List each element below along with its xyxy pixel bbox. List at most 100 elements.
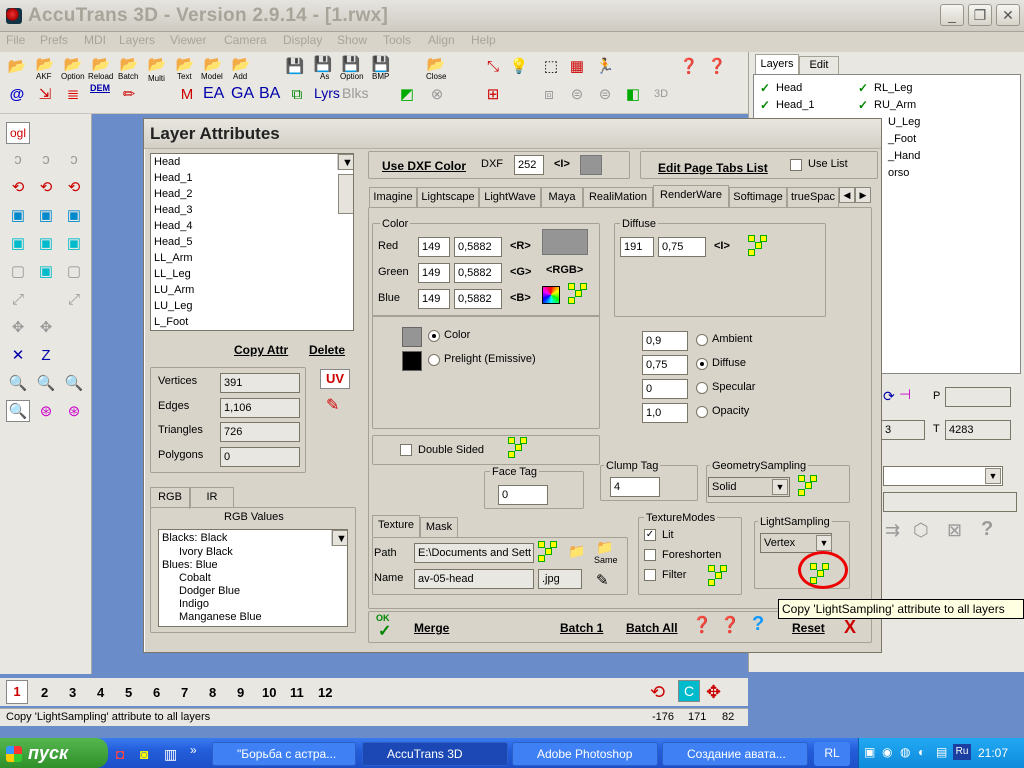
menu-show[interactable]: Show <box>337 33 367 47</box>
tray-4-icon[interactable]: ◐ <box>918 745 925 759</box>
copy-double-sided-icon[interactable] <box>508 437 530 459</box>
zoom-fit-icon[interactable]: ⊛ <box>34 400 58 422</box>
ambient-field[interactable]: 0,9 <box>642 331 688 351</box>
page-4[interactable]: 4 <box>97 685 104 700</box>
cube-6-icon[interactable]: ▣ <box>62 232 86 254</box>
delete-button[interactable]: Delete <box>309 343 345 357</box>
stripes-icon[interactable]: ≣ <box>62 84 84 104</box>
save-as-icon[interactable]: 💾 <box>312 54 334 74</box>
list-item[interactable]: Head_1 <box>151 170 353 186</box>
list-item[interactable]: Indigo <box>159 598 347 611</box>
tree-icon[interactable]: ⊣ <box>899 386 911 403</box>
red-float-field[interactable]: 0,5882 <box>454 237 502 257</box>
rotate-y-icon[interactable]: ⟲ <box>34 176 58 198</box>
page-1[interactable]: 1 <box>6 680 28 704</box>
menu-tools[interactable]: Tools <box>383 33 411 47</box>
layer-item[interactable]: _Hand <box>888 150 920 162</box>
rotate-c-icon[interactable]: ⟲ <box>650 682 665 703</box>
red-button[interactable]: <R> <box>510 240 531 252</box>
cube-5-icon[interactable]: ▣ <box>34 232 58 254</box>
language-indicator[interactable]: Ru <box>953 744 971 760</box>
palette-icon[interactable] <box>542 286 560 304</box>
list-item[interactable]: LU_Arm <box>151 282 353 298</box>
transform-icon[interactable]: ⤡ <box>482 56 504 76</box>
list-item[interactable]: LU_Leg <box>151 298 353 314</box>
list-item[interactable]: Head <box>151 154 353 170</box>
chevron-down-icon[interactable]: ▼ <box>772 479 788 495</box>
close-file-icon[interactable]: 📂 <box>425 54 447 74</box>
pencil-icon[interactable]: ✏ <box>118 84 140 104</box>
multi-icon[interactable]: 📂 <box>146 54 168 74</box>
menu-mdi[interactable]: MDI <box>84 33 106 47</box>
magnet-icon[interactable]: M <box>176 84 198 104</box>
ok-check-icon[interactable]: ✓ <box>378 621 391 641</box>
move-c-icon[interactable]: ✥ <box>706 682 721 703</box>
list-item[interactable]: L_Foot <box>151 314 353 330</box>
task-item[interactable]: "Борьба с астра... <box>212 742 356 766</box>
same-pen-icon[interactable]: ✎ <box>596 571 609 589</box>
layer-item[interactable]: RL_Leg <box>874 82 913 94</box>
layer-item[interactable]: Head <box>776 82 802 94</box>
diffuse-i-button[interactable]: <I> <box>714 240 730 252</box>
diffuse-field[interactable]: 0,75 <box>642 355 688 375</box>
open-option-icon[interactable]: 📂 <box>62 54 84 74</box>
green-int-field[interactable]: 149 <box>418 263 450 283</box>
layer-item[interactable]: U_Leg <box>888 116 920 128</box>
tab-softimage[interactable]: Softimage <box>729 187 787 207</box>
list-item[interactable]: Ivory Black <box>159 546 347 559</box>
page-5[interactable]: 5 <box>125 685 132 700</box>
list-item[interactable]: Manganese Blue <box>159 611 347 624</box>
ext-field[interactable]: .jpg <box>538 569 582 589</box>
menu-layers[interactable]: Layers <box>119 33 155 47</box>
question-icon[interactable]: ? <box>752 613 764 636</box>
foreshorten-checkbox[interactable] <box>644 549 656 561</box>
copy-color-icon[interactable] <box>568 283 590 305</box>
green-float-field[interactable]: 0,5882 <box>454 263 502 283</box>
rotate-x-icon[interactable]: ⟲ <box>6 176 30 198</box>
layer-item[interactable]: orso <box>888 167 909 179</box>
chevron-down-icon[interactable]: ▼ <box>985 468 1001 484</box>
maximize-button[interactable]: ❐ <box>968 4 992 26</box>
color-cube-icon[interactable]: ▦ <box>566 56 588 76</box>
name-field[interactable]: av-05-head <box>414 569 534 589</box>
ga-label[interactable]: GA <box>231 85 254 103</box>
quicklaunch-2-icon[interactable]: ◙ <box>140 746 148 762</box>
p-field[interactable] <box>945 387 1011 407</box>
close-button[interactable]: ✕ <box>996 4 1020 26</box>
axis-x-icon[interactable]: ✕ <box>6 344 30 366</box>
path-field[interactable]: E:\Documents and Sett <box>414 543 534 563</box>
ea-label[interactable]: EA <box>203 85 224 103</box>
diffuse-float-field[interactable]: 0,75 <box>658 237 706 257</box>
quicklaunch-1-icon[interactable]: ◘ <box>116 746 124 762</box>
menu-camera[interactable]: Camera <box>224 33 267 47</box>
page-7[interactable]: 7 <box>181 685 188 700</box>
rgb-listbox[interactable]: Blacks: Black Ivory Black Blues: Blue Co… <box>158 529 348 627</box>
layer-item[interactable]: _Foot <box>888 133 916 145</box>
tab-layers[interactable]: Layers <box>755 54 799 74</box>
color-radio[interactable] <box>428 330 440 342</box>
green-button[interactable]: <G> <box>510 266 531 278</box>
ba-label[interactable]: BA <box>259 85 280 103</box>
reload-icon[interactable]: 📂 <box>90 54 112 74</box>
tab-renderware[interactable]: RenderWare <box>653 185 729 207</box>
folder-icon[interactable]: 📁 <box>568 543 585 560</box>
tab-truespace[interactable]: trueSpac <box>787 187 839 207</box>
same-folder-icon[interactable]: 📁 <box>596 539 613 556</box>
text-icon[interactable]: 📂 <box>174 54 196 74</box>
hierarchy-icon[interactable]: ⟳ <box>883 388 895 405</box>
help-pointer-2-icon[interactable]: ❓ <box>706 56 728 76</box>
list-item[interactable]: Head_4 <box>151 218 353 234</box>
page-6[interactable]: 6 <box>153 685 160 700</box>
prelight-radio[interactable] <box>428 354 440 366</box>
grid-icon[interactable]: ⊞ <box>482 84 504 104</box>
menu-prefs[interactable]: Prefs <box>40 33 68 47</box>
save-bmp-icon[interactable]: 💾 <box>370 54 392 74</box>
ogl-button[interactable]: ogl <box>6 122 30 144</box>
layer-item[interactable]: RU_Arm <box>874 99 916 111</box>
zoom-all-icon[interactable]: ⊛ <box>62 400 86 422</box>
layer-listbox[interactable]: Head Head_1 Head_2 Head_3 Head_4 Head_5 … <box>150 153 354 331</box>
red-int-field[interactable]: 149 <box>418 237 450 257</box>
lyrs-label[interactable]: Lyrs <box>314 85 340 101</box>
tray-5-icon[interactable]: ▤ <box>936 745 947 759</box>
page-9[interactable]: 9 <box>237 685 244 700</box>
